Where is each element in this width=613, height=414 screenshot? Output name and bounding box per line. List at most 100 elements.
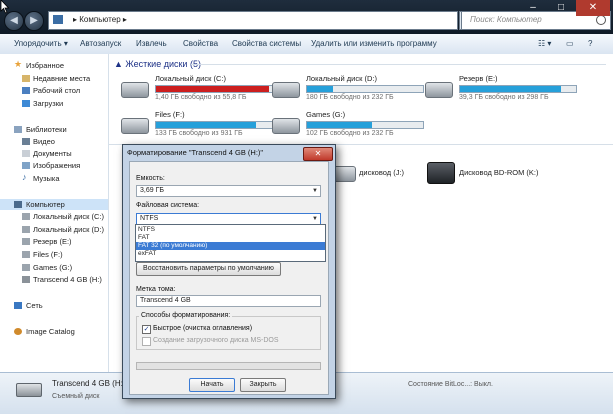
dialog-close-button[interactable]: ✕ — [303, 147, 333, 161]
quick-format-label[interactable]: Быстрое (очистка оглавления) — [153, 325, 252, 332]
properties-button[interactable]: Свойства — [183, 39, 218, 48]
sidebar-item-network[interactable]: Сеть — [0, 300, 108, 311]
forward-button[interactable]: ▶ — [24, 11, 44, 31]
capacity-label: Емкость: — [136, 175, 165, 182]
eject-button[interactable]: Извлечь — [136, 39, 167, 48]
drive-tile-e[interactable]: Резерв (E:) 39,3 ГБ свободно из 298 ГБ — [425, 74, 577, 106]
filesystem-option-fat[interactable]: FAT — [136, 234, 325, 242]
documents-icon — [22, 150, 30, 157]
drive-icon — [22, 264, 30, 271]
selected-item-name: Transcend 4 GB (H:) — [52, 379, 126, 388]
start-button[interactable]: Начать — [189, 378, 235, 392]
sidebar-item-documents[interactable]: Документы — [0, 148, 108, 159]
recent-places-icon — [22, 75, 30, 82]
sidebar-item-drive-e[interactable]: Резерв (E:) — [0, 236, 108, 247]
sidebar-label: Рабочий стол — [33, 86, 81, 95]
drive-icon — [22, 226, 30, 233]
drive-icon — [121, 118, 149, 134]
drive-k-label[interactable]: Дисковод BD-ROM (K:) — [459, 168, 539, 177]
sidebar-label: Музыка — [33, 174, 60, 183]
sidebar-item-drive-g[interactable]: Games (G:) — [0, 262, 108, 273]
drive-usage-fill — [156, 86, 269, 92]
sidebar-label: Files (F:) — [33, 250, 63, 259]
drive-icon — [272, 118, 300, 134]
usb-drive-icon — [22, 276, 30, 283]
drive-j-label[interactable]: дисковод (J:) — [359, 168, 404, 177]
downloads-icon — [22, 100, 30, 107]
sidebar-label: Локальный диск (D:) — [33, 225, 104, 234]
drive-free-space: 180 ГБ свободно из 232 ГБ — [306, 94, 394, 101]
preview-pane-icon[interactable]: ▭ — [566, 39, 574, 48]
music-icon: ♪ — [22, 172, 27, 182]
sidebar-label: Недавние места — [33, 74, 91, 83]
filesystem-option-fat32[interactable]: FAT 32 (по умолчанию) — [136, 242, 325, 250]
system-properties-button[interactable]: Свойства системы — [232, 39, 301, 48]
filesystem-dropdown-list[interactable]: NTFS FAT FAT 32 (по умолчанию) exFAT — [135, 224, 326, 262]
breadcrumb[interactable]: ▸ Компьютер ▸ — [73, 15, 127, 24]
volume-label-input[interactable]: Transcend 4 GB — [136, 295, 321, 307]
hdd-group-header[interactable]: ▲ Жесткие диски (5) — [114, 59, 201, 69]
dialog-title: Форматирование "Transcend 4 GB (H:)" — [127, 148, 264, 157]
minimize-button[interactable]: – — [520, 0, 546, 16]
drive-icon — [272, 82, 300, 98]
sidebar-item-favorites[interactable]: ★ Избранное — [0, 59, 108, 71]
drive-usage-bar — [155, 121, 273, 129]
drive-icon — [22, 213, 30, 220]
selected-item-type: Съемный диск — [52, 393, 100, 400]
close-window-button[interactable]: ✕ — [576, 0, 610, 16]
help-icon[interactable]: ? — [588, 39, 592, 48]
sidebar-item-drive-c[interactable]: Локальный диск (C:) — [0, 211, 108, 222]
breadcrumb-computer[interactable]: Компьютер — [79, 15, 120, 24]
filesystem-option-exfat[interactable]: exFAT — [136, 250, 325, 258]
sidebar-item-drive-f[interactable]: Files (F:) — [0, 249, 108, 260]
close-button[interactable]: Закрыть — [240, 378, 286, 392]
drive-icon — [22, 251, 30, 258]
organize-button[interactable]: Упорядочить ▾ — [14, 39, 68, 48]
sidebar-item-drive-h[interactable]: Transcend 4 GB (H:) — [0, 274, 108, 285]
sidebar-item-video[interactable]: Видео — [0, 136, 108, 147]
format-dialog: Форматирование "Transcend 4 GB (H:)" ✕ Е… — [122, 144, 336, 399]
drive-tile-g[interactable]: Games (G:) 102 ГБ свободно из 232 ГБ — [272, 110, 424, 142]
sidebar-item-music[interactable]: ♪ Музыка — [0, 172, 108, 184]
drive-icon — [22, 238, 30, 245]
maximize-button[interactable]: □ — [548, 0, 574, 16]
drive-tile-f[interactable]: Files (F:) 133 ГБ свободно из 931 ГБ — [121, 110, 273, 142]
bd-rom-icon[interactable] — [427, 162, 455, 184]
drive-name: Локальный диск (D:) — [306, 74, 377, 83]
volume-label-value: Transcend 4 GB — [140, 297, 191, 304]
drive-free-space: 39,3 ГБ свободно из 298 ГБ — [459, 94, 549, 101]
sidebar-label: Transcend 4 GB (H:) — [33, 275, 102, 284]
sidebar-item-recent-places[interactable]: Недавние места — [0, 73, 108, 84]
quick-format-checkbox[interactable]: ✓ — [142, 325, 151, 334]
sidebar-item-downloads[interactable]: Загрузки — [0, 98, 108, 109]
sidebar-item-image-catalog[interactable]: Image Catalog — [0, 326, 108, 337]
capacity-select[interactable]: 3,69 ГБ ▼ — [136, 185, 321, 197]
sidebar-item-libraries[interactable]: Библиотеки — [0, 124, 108, 135]
drive-usage-bar — [306, 121, 424, 129]
video-icon — [22, 138, 30, 145]
sidebar-item-pictures[interactable]: Изображения — [0, 160, 108, 171]
sidebar-item-drive-d[interactable]: Локальный диск (D:) — [0, 224, 108, 235]
uninstall-program-button[interactable]: Удалить или изменить программу — [311, 39, 437, 48]
view-options-icon[interactable]: ☷ ▾ — [538, 39, 551, 48]
sidebar-item-computer[interactable]: Компьютер — [0, 199, 108, 210]
filesystem-label: Файловая система: — [136, 202, 200, 209]
sidebar-label: Image Catalog — [26, 327, 75, 336]
drive-tile-c[interactable]: Локальный диск (C:) 1,40 ГБ свободно из … — [121, 74, 273, 106]
sidebar-label: Локальный диск (C:) — [33, 212, 104, 221]
filesystem-option-ntfs[interactable]: NTFS — [136, 226, 325, 234]
restore-defaults-button[interactable]: Восстановить параметры по умолчанию — [136, 262, 281, 276]
image-catalog-icon — [14, 328, 22, 335]
computer-icon — [53, 15, 63, 24]
drive-name: Games (G:) — [306, 110, 346, 119]
address-bar[interactable]: ▸ Компьютер ▸ — [48, 11, 458, 30]
sidebar-item-desktop[interactable]: Рабочий стол — [0, 85, 108, 96]
autoplay-button[interactable]: Автозапуск — [80, 39, 121, 48]
search-icon — [596, 15, 606, 25]
bitlocker-state: Состояние BitLoc...: Выкл. — [408, 381, 493, 388]
organize-label: Упорядочить — [14, 39, 62, 48]
capacity-value: 3,69 ГБ — [140, 187, 164, 194]
back-button[interactable]: ◀ — [4, 11, 24, 31]
drive-tile-d[interactable]: Локальный диск (D:) 180 ГБ свободно из 2… — [272, 74, 424, 106]
msdos-boot-checkbox[interactable] — [142, 337, 151, 346]
